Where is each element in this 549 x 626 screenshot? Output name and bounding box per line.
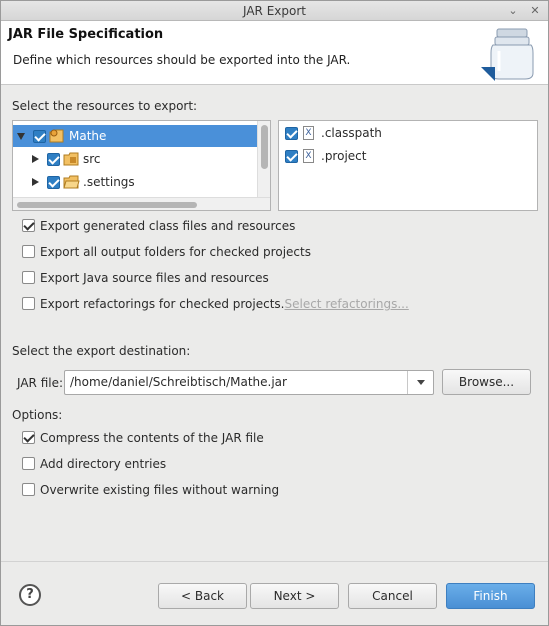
options-label: Options: xyxy=(12,408,63,422)
destination-label: Select the export destination: xyxy=(12,344,191,358)
tree-item-label: Mathe xyxy=(69,129,107,143)
option-label: Export all output folders for checked pr… xyxy=(40,245,311,259)
tree-item-mathe[interactable]: Mathe xyxy=(13,125,257,147)
tree-horizontal-scrollbar[interactable] xyxy=(13,197,270,210)
checkbox-classpath[interactable] xyxy=(285,127,298,140)
collapse-arrow-icon[interactable] xyxy=(32,155,39,163)
list-item-classpath[interactable]: X .classpath xyxy=(279,122,537,144)
file-label: .classpath xyxy=(321,126,382,140)
overwrite-checkbox[interactable] xyxy=(22,483,35,496)
scroll-thumb[interactable] xyxy=(17,202,197,208)
button-bar-separator xyxy=(1,561,548,562)
compress-checkbox[interactable] xyxy=(22,431,35,444)
tree-item-src[interactable]: src xyxy=(13,148,257,170)
option-label: Export generated class files and resourc… xyxy=(40,219,296,233)
option-label: Overwrite existing files without warning xyxy=(40,483,280,497)
page-description: Define which resources should be exporte… xyxy=(13,53,351,67)
tree-item-label: src xyxy=(83,152,101,166)
jar-icon xyxy=(481,28,534,81)
jar-file-combo[interactable]: /home/daniel/Schreibtisch/Mathe.jar xyxy=(64,370,434,395)
option-label-text: Export refactorings for checked projects… xyxy=(40,297,285,311)
checkbox-settings[interactable] xyxy=(47,176,60,189)
back-button[interactable]: < Back xyxy=(158,583,247,609)
minimize-icon[interactable]: ⌄ xyxy=(504,1,522,21)
xml-file-icon: X xyxy=(303,149,314,163)
option-label: Export Java source files and resources xyxy=(40,271,269,285)
file-label: .project xyxy=(321,149,367,163)
directory-entries-checkbox[interactable] xyxy=(22,457,35,470)
collapse-arrow-icon[interactable] xyxy=(32,178,39,186)
option-label: Add directory entries xyxy=(40,457,167,471)
file-list[interactable]: X .classpath X .project xyxy=(278,120,538,211)
title-bar: JAR Export ⌄ ✕ xyxy=(1,1,548,21)
export-output-folders-checkbox[interactable] xyxy=(22,245,35,258)
jar-file-label: JAR file: xyxy=(17,376,64,390)
help-icon[interactable]: ? xyxy=(19,584,41,606)
option-label: Export refactorings for checked projects… xyxy=(40,295,409,313)
project-folder-icon xyxy=(49,129,64,143)
tree-item-label: .settings xyxy=(83,175,135,189)
xml-file-icon: X xyxy=(303,126,314,140)
cancel-button[interactable]: Cancel xyxy=(348,583,437,609)
chevron-down-icon[interactable] xyxy=(407,371,433,394)
tree-vertical-scrollbar[interactable] xyxy=(257,121,270,197)
package-folder-icon xyxy=(63,152,79,166)
close-icon[interactable]: ✕ xyxy=(526,1,544,21)
export-source-files-checkbox[interactable] xyxy=(22,271,35,284)
resources-label: Select the resources to export: xyxy=(12,99,198,113)
scroll-thumb[interactable] xyxy=(261,125,268,169)
finish-button[interactable]: Finish xyxy=(446,583,535,609)
folder-icon xyxy=(63,175,80,189)
checkbox-src[interactable] xyxy=(47,153,60,166)
browse-button[interactable]: Browse... xyxy=(442,369,531,395)
next-button[interactable]: Next > xyxy=(250,583,339,609)
option-label: Compress the contents of the JAR file xyxy=(40,431,264,445)
page-title: JAR File Specification xyxy=(8,27,164,42)
jar-file-input[interactable]: /home/daniel/Schreibtisch/Mathe.jar xyxy=(70,371,287,394)
export-refactorings-checkbox[interactable] xyxy=(22,297,35,310)
export-class-files-checkbox[interactable] xyxy=(22,219,35,232)
jar-export-dialog: JAR Export ⌄ ✕ JAR File Specification De… xyxy=(0,0,549,626)
window-title: JAR Export xyxy=(243,4,306,18)
checkbox-project[interactable] xyxy=(285,150,298,163)
tree-item-settings[interactable]: .settings xyxy=(13,171,257,193)
resource-tree[interactable]: Mathe src .settings xyxy=(12,120,271,211)
checkbox-mathe[interactable] xyxy=(33,130,46,143)
list-item-project[interactable]: X .project xyxy=(279,145,537,167)
expand-arrow-icon[interactable] xyxy=(17,133,25,140)
select-refactorings-link: Select refactorings... xyxy=(284,297,409,311)
wizard-header: JAR File Specification Define which reso… xyxy=(1,21,548,85)
